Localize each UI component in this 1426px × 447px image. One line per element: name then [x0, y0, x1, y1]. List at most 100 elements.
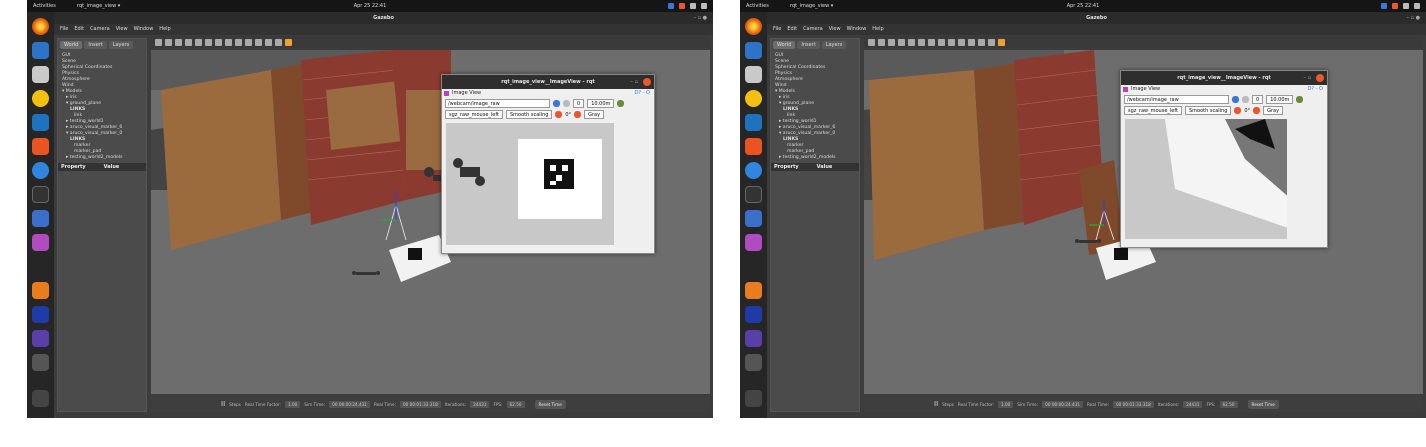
timeout-field[interactable]: 10.00m: [587, 99, 615, 108]
image-viewer-icon[interactable]: [32, 234, 49, 251]
tab-insert[interactable]: Insert: [797, 41, 820, 49]
num-gridlines[interactable]: 0: [1252, 95, 1264, 104]
menu-edit[interactable]: Edit: [74, 24, 84, 35]
rqt-titlebar[interactable]: rqt_image_view__ImageView - rqt – ▫: [442, 75, 654, 89]
tree-item[interactable]: ▸ testing_world2_models: [62, 155, 146, 161]
mouse-topic-field[interactable]: sgz_raw_mouse_left: [1124, 106, 1182, 115]
drive-icon[interactable]: [745, 354, 762, 371]
refresh-icon[interactable]: [1232, 96, 1239, 103]
tab-insert[interactable]: Insert: [84, 41, 107, 49]
close-icon[interactable]: [643, 78, 651, 86]
undo-icon[interactable]: [195, 38, 202, 46]
select-tool-icon[interactable]: [155, 38, 162, 46]
save-icon[interactable]: [617, 100, 625, 107]
rqt-titlebar[interactable]: rqt_image_view__ImageView - rqt – ▫: [1121, 71, 1327, 85]
clock[interactable]: Apr 25 22:41: [740, 0, 1426, 12]
color-select[interactable]: Gray: [584, 110, 605, 119]
text-editor-icon[interactable]: [32, 210, 49, 227]
sphere-icon[interactable]: [225, 38, 232, 46]
update-icon[interactable]: [1392, 3, 1398, 9]
translate-tool-icon[interactable]: [165, 38, 172, 46]
rotate-right-icon[interactable]: [1253, 107, 1261, 114]
scale-tool-icon[interactable]: [898, 38, 905, 46]
system-tray[interactable]: [668, 0, 707, 12]
close-icon[interactable]: [1316, 74, 1324, 82]
rotate-left-icon[interactable]: [1234, 107, 1242, 114]
menu-camera[interactable]: Camera: [90, 24, 110, 35]
text-editor-icon[interactable]: [745, 210, 762, 227]
firefox-icon[interactable]: [745, 18, 762, 35]
zoom-icon[interactable]: [563, 100, 570, 107]
refresh-icon[interactable]: [553, 100, 560, 107]
cylinder-icon[interactable]: [235, 38, 242, 46]
zoom-icon[interactable]: [1242, 96, 1249, 103]
vscode-icon[interactable]: [32, 282, 49, 299]
x-app-icon[interactable]: [745, 306, 762, 323]
terminal-icon[interactable]: [32, 186, 49, 203]
window-controls[interactable]: – ▫ ●: [694, 12, 707, 24]
network-icon[interactable]: [1403, 3, 1409, 9]
reset-time-button[interactable]: Reset Time: [534, 399, 566, 409]
select-tool-icon[interactable]: [868, 38, 875, 46]
rhythmbox-icon[interactable]: [745, 90, 762, 107]
writer-icon[interactable]: [32, 114, 49, 131]
panel-controls[interactable]: D? - O: [1308, 85, 1323, 94]
paste-icon[interactable]: [978, 38, 985, 46]
topic-select[interactable]: /webcam/image_raw: [445, 99, 550, 108]
bluetooth-icon[interactable]: [668, 3, 674, 9]
menu-view[interactable]: View: [116, 24, 128, 35]
menu-file[interactable]: File: [60, 24, 68, 35]
camera-icon[interactable]: [285, 38, 292, 46]
tab-layers[interactable]: Layers: [821, 41, 847, 49]
camera-image[interactable]: [1125, 119, 1287, 239]
menu-edit[interactable]: Edit: [787, 24, 797, 35]
rhythmbox-icon[interactable]: [32, 90, 49, 107]
menu-window[interactable]: Window: [134, 24, 154, 35]
panel-controls[interactable]: D? - O: [635, 89, 650, 98]
menu-view[interactable]: View: [829, 24, 841, 35]
image-viewer-icon[interactable]: [745, 234, 762, 251]
terminal-alt-icon[interactable]: [745, 330, 762, 347]
timeout-field[interactable]: 10.00m: [1266, 95, 1294, 104]
power-icon[interactable]: [1414, 3, 1420, 9]
redo-icon[interactable]: [918, 38, 925, 46]
tree-item[interactable]: ▸ testing_world2_models: [775, 155, 859, 161]
files-icon[interactable]: [745, 66, 762, 83]
terminal-icon[interactable]: [745, 186, 762, 203]
menu-camera[interactable]: Camera: [803, 24, 823, 35]
rotate-left-icon[interactable]: [555, 111, 563, 118]
network-icon[interactable]: [690, 3, 696, 9]
topic-select[interactable]: /webcam/image_raw: [1124, 95, 1229, 104]
terminal-alt-icon[interactable]: [32, 330, 49, 347]
apps-grid-icon[interactable]: [745, 390, 762, 407]
sphere-icon[interactable]: [938, 38, 945, 46]
align-icon[interactable]: [275, 38, 282, 46]
align-icon[interactable]: [988, 38, 995, 46]
menu-file[interactable]: File: [773, 24, 781, 35]
bluetooth-icon[interactable]: [1381, 3, 1387, 9]
redo-icon[interactable]: [205, 38, 212, 46]
menu-help[interactable]: Help: [872, 24, 883, 35]
clock[interactable]: Apr 25 22:41: [27, 0, 713, 12]
smooth-scaling-checkbox[interactable]: Smooth scaling: [506, 110, 553, 119]
scale-tool-icon[interactable]: [185, 38, 192, 46]
menu-help[interactable]: Help: [159, 24, 170, 35]
minimize-button[interactable]: – ▫: [631, 75, 638, 89]
tab-world[interactable]: World: [60, 41, 83, 49]
thunderbird-icon[interactable]: [745, 42, 762, 59]
minimize-button[interactable]: – ▫: [1304, 71, 1311, 85]
software-icon[interactable]: [745, 138, 762, 155]
translate-tool-icon[interactable]: [878, 38, 885, 46]
firefox-icon[interactable]: [32, 18, 49, 35]
reset-time-button[interactable]: Reset Time: [1247, 399, 1279, 409]
camera-image[interactable]: [446, 123, 614, 245]
window-controls[interactable]: – ▫ ●: [1407, 12, 1420, 24]
power-icon[interactable]: [701, 3, 707, 9]
drive-icon[interactable]: [32, 354, 49, 371]
update-icon[interactable]: [679, 3, 685, 9]
help-icon[interactable]: [745, 162, 762, 179]
copy-icon[interactable]: [255, 38, 262, 46]
box-icon[interactable]: [928, 38, 935, 46]
rotate-right-icon[interactable]: [574, 111, 582, 118]
system-tray[interactable]: [1381, 0, 1420, 12]
